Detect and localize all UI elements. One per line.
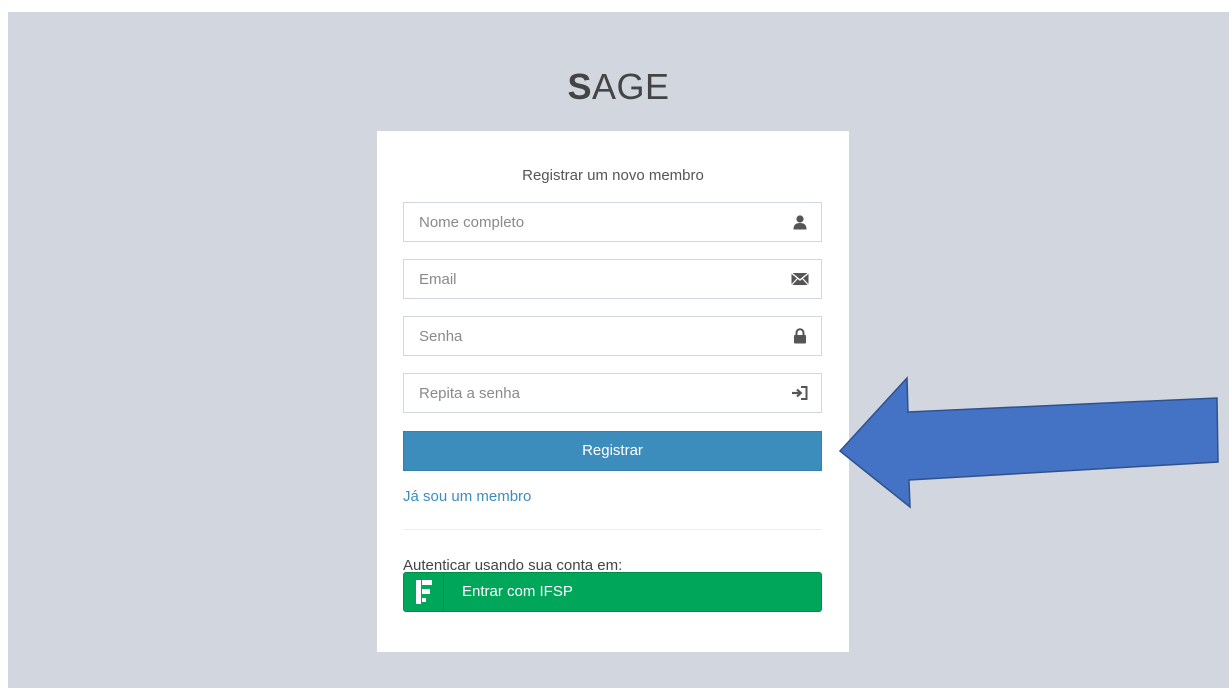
register-box: Registrar um novo membro Nome completo E… <box>377 131 849 652</box>
log-in-icon <box>791 384 809 402</box>
email-field <box>403 259 822 299</box>
divider <box>403 529 822 530</box>
page-background: SAGE Registrar um novo membro Nome compl… <box>8 12 1229 688</box>
full-name-input[interactable] <box>404 203 821 241</box>
ifsp-login-label: Entrar com IFSP <box>462 583 573 600</box>
register-button[interactable]: Registrar <box>403 431 822 471</box>
app-logo[interactable]: SAGE <box>8 66 1229 108</box>
password-field <box>403 316 822 356</box>
password-input[interactable] <box>404 317 821 355</box>
email-input[interactable] <box>404 260 821 298</box>
envelope-icon <box>791 270 809 288</box>
repeat-password-field <box>403 373 822 413</box>
already-member-link[interactable]: Já sou um membro <box>403 488 531 505</box>
ifsp-login-button[interactable]: Entrar com IFSP <box>403 572 822 612</box>
register-box-title: Registrar um novo membro <box>522 167 704 184</box>
lock-icon <box>791 327 809 345</box>
annotation-arrow-icon <box>838 376 1219 509</box>
logo-rest: AGE <box>591 66 670 107</box>
repeat-password-input[interactable] <box>404 374 821 412</box>
user-icon <box>791 213 809 231</box>
logo-bold-letter: S <box>567 66 592 107</box>
full-name-field <box>403 202 822 242</box>
ifsp-logo-icon <box>404 573 444 611</box>
